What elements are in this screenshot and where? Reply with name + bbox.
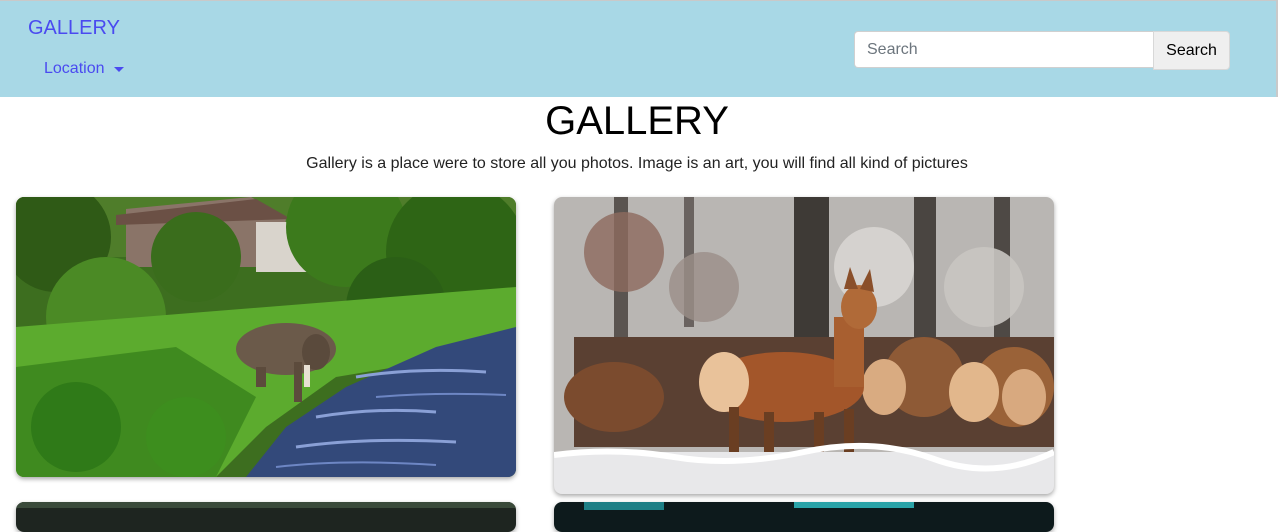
gallery-image-elephant[interactable] <box>16 197 516 477</box>
gallery-image-dark[interactable] <box>16 502 516 532</box>
page-title: GALLERY <box>545 99 729 143</box>
gallery-image-teal[interactable] <box>554 502 1054 532</box>
dark-photo-image <box>16 502 516 532</box>
location-dropdown[interactable]: Location <box>44 60 124 78</box>
elephant-river-image <box>16 197 516 477</box>
location-dropdown-label: Location <box>44 60 105 77</box>
search-button[interactable]: Search <box>1153 31 1230 70</box>
gallery-image-deer[interactable] <box>554 197 1054 494</box>
brand-link[interactable]: GALLERY <box>28 17 120 40</box>
page-description: Gallery is a place were to store all you… <box>306 155 968 172</box>
deer-snow-image <box>554 197 1054 494</box>
caret-down-icon <box>113 66 124 72</box>
top-navbar: GALLERY Location Search <box>0 0 1278 97</box>
search-input[interactable] <box>854 31 1154 68</box>
teal-photo-image <box>554 502 1054 532</box>
